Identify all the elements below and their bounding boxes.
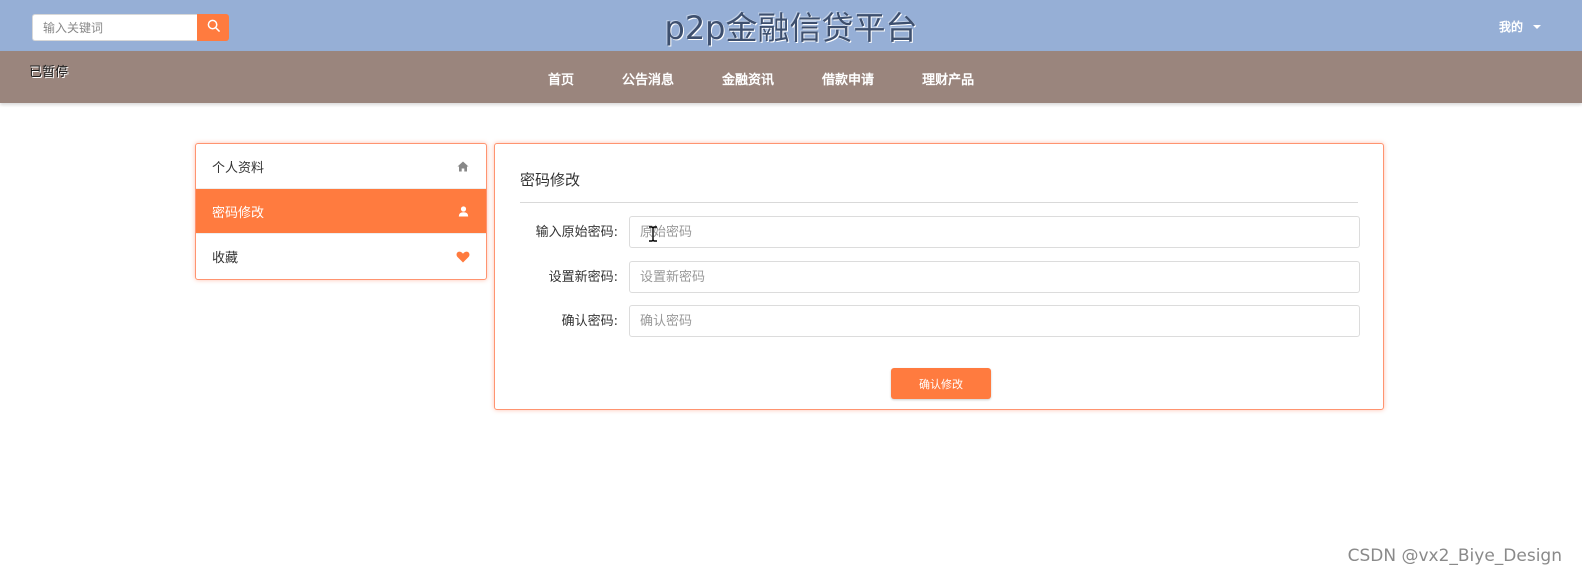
user-menu[interactable]: 我的 — [1499, 18, 1542, 35]
paused-indicator: 已暂停 — [29, 65, 69, 80]
sidemenu-item-profile[interactable]: 个人资料 — [196, 144, 486, 189]
form-row-new-password: 设置新密码: — [520, 261, 1360, 293]
confirm-password-field[interactable] — [629, 305, 1360, 337]
watermark: CSDN @vx2_Biye_Design — [1347, 546, 1562, 566]
old-password-field[interactable] — [629, 216, 1360, 248]
main-navbar: 已暂停 首页 公告消息 金融资讯 借款申请 理财产品 — [0, 51, 1582, 103]
text-cursor-icon — [648, 226, 658, 242]
nav-item-finance-news[interactable]: 金融资讯 — [722, 69, 774, 88]
nav-item-home[interactable]: 首页 — [548, 69, 574, 88]
form-row-confirm-password: 确认密码: — [520, 305, 1360, 337]
heart-icon — [456, 250, 470, 264]
top-header: p2p金融信贷平台 我的 — [0, 0, 1582, 51]
site-title: p2p金融信贷平台 — [664, 9, 918, 47]
nav-item-announcements[interactable]: 公告消息 — [622, 69, 674, 88]
nav-item-wealth-products[interactable]: 理财产品 — [922, 69, 974, 88]
new-password-field[interactable] — [629, 261, 1360, 293]
caret-down-icon — [1533, 24, 1542, 29]
sidemenu-item-favorites[interactable]: 收藏 — [196, 234, 486, 279]
sidemenu-item-label: 收藏 — [212, 251, 239, 266]
sidemenu-item-label: 个人资料 — [212, 160, 265, 176]
nav-menu: 首页 公告消息 金融资讯 借款申请 理财产品 — [548, 69, 1022, 88]
confirm-change-button[interactable]: 确认修改 — [891, 368, 991, 399]
account-sidemenu: 个人资料 密码修改 收藏 — [195, 143, 487, 280]
nav-item-loan-application[interactable]: 借款申请 — [822, 69, 874, 88]
change-password-panel: 密码修改 输入原始密码: 设置新密码: 确认密码: 确认修改 — [494, 143, 1384, 410]
divider — [520, 202, 1358, 203]
sidemenu-item-change-password[interactable]: 密码修改 — [196, 189, 486, 234]
user-menu-label: 我的 — [1499, 20, 1524, 34]
home-icon — [456, 159, 470, 173]
old-password-label: 输入原始密码: — [535, 225, 618, 240]
sidemenu-item-label: 密码修改 — [212, 205, 265, 221]
new-password-label: 设置新密码: — [548, 270, 618, 285]
user-icon — [456, 204, 470, 218]
panel-title: 密码修改 — [520, 171, 581, 189]
confirm-password-label: 确认密码: — [561, 314, 618, 329]
form-row-old-password: 输入原始密码: — [520, 216, 1360, 248]
